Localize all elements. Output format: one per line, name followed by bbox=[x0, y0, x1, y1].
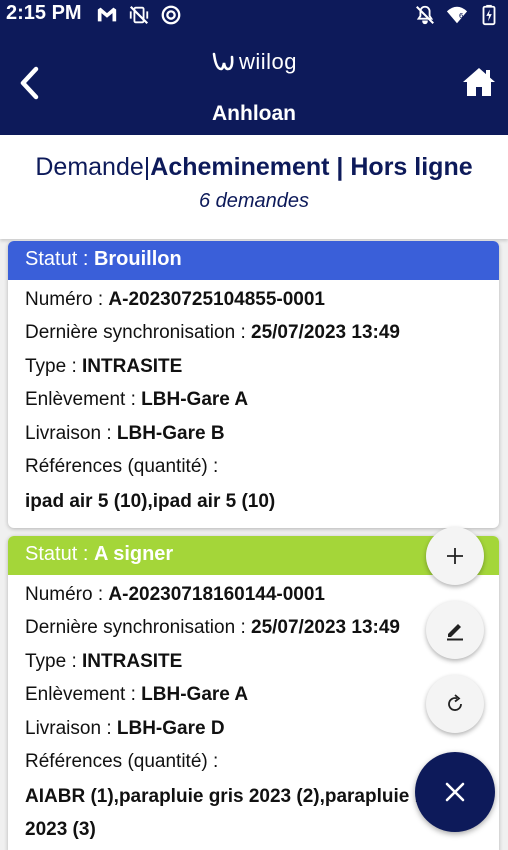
app-bar: wiilog Anhloan bbox=[0, 30, 508, 135]
sync-label: Dernière synchronisation : bbox=[25, 617, 251, 639]
refs-value: AIABR (1),parapluie gris 2023 (2),parapl… bbox=[25, 785, 454, 840]
sync-value: 25/07/2023 13:49 bbox=[251, 322, 400, 344]
status-bar: 2:15 PM 6 bbox=[0, 0, 508, 30]
type-label: Type : bbox=[25, 650, 83, 672]
pickup-label: Enlèvement : bbox=[25, 389, 142, 411]
sync-value: 25/07/2023 13:49 bbox=[251, 617, 400, 639]
home-icon bbox=[463, 68, 495, 96]
add-button[interactable] bbox=[426, 527, 484, 585]
card-status-header: Statut : Brouillon bbox=[8, 241, 499, 280]
refs-label: Références (quantité) : bbox=[25, 455, 219, 477]
header-offline: Hors ligne bbox=[350, 153, 473, 181]
delivery-value: LBH-Gare D bbox=[116, 717, 225, 739]
numero-value: A-20230725104855-0001 bbox=[108, 289, 326, 310]
page-title: Anhloan bbox=[212, 102, 296, 125]
vibrate-off-icon bbox=[129, 5, 149, 25]
pickup-label: Enlèvement : bbox=[25, 684, 142, 706]
request-count: 6 demandes bbox=[198, 190, 310, 212]
close-fab-button[interactable] bbox=[415, 752, 495, 832]
type-label: Type : bbox=[25, 355, 83, 377]
refs-label: Références (quantité) : bbox=[25, 750, 219, 772]
home-button[interactable] bbox=[462, 66, 496, 98]
pickup-value: LBH-Gare A bbox=[141, 389, 249, 411]
status-label: Statut : bbox=[25, 543, 94, 565]
delivery-label: Livraison : bbox=[25, 422, 117, 444]
list-header: Demande|Acheminement | Hors ligne 6 dema… bbox=[0, 135, 508, 239]
status-value: A signer bbox=[93, 543, 174, 565]
sync-label: Dernière synchronisation : bbox=[25, 322, 251, 344]
gmail-icon bbox=[97, 7, 117, 22]
wifi-6-icon: 6 bbox=[446, 6, 468, 24]
refresh-icon bbox=[448, 694, 462, 711]
header-breadcrumb: Demande|Acheminement | Hors ligne bbox=[0, 153, 508, 182]
wiilog-logo: wiilog bbox=[0, 48, 508, 75]
status-value: Brouillon bbox=[93, 248, 182, 270]
status-label: Statut : bbox=[25, 248, 94, 270]
header-separator: | bbox=[329, 153, 351, 181]
delivery-label: Livraison : bbox=[25, 717, 117, 739]
logo-text: wiilog bbox=[238, 49, 298, 75]
edit-button[interactable] bbox=[426, 601, 484, 659]
header-demande: Demande bbox=[35, 153, 144, 181]
request-card[interactable]: Statut : Brouillon Numéro : A-2023072510… bbox=[8, 241, 499, 528]
delivery-value: LBH-Gare B bbox=[116, 422, 225, 444]
numero-label: Numéro : bbox=[25, 289, 109, 310]
refresh-button[interactable] bbox=[426, 675, 484, 733]
wiilog-logo-mark bbox=[212, 52, 234, 71]
pencil-icon bbox=[447, 624, 463, 641]
type-value: INTRASITE bbox=[82, 650, 183, 672]
pickup-value: LBH-Gare A bbox=[141, 684, 249, 706]
header-acheminement: Acheminement bbox=[150, 153, 330, 181]
refs-value: ipad air 5 (10),ipad air 5 (10) bbox=[25, 490, 276, 512]
sync-icon bbox=[161, 5, 181, 25]
numero-label: Numéro : bbox=[25, 584, 109, 605]
status-time: 2:15 PM bbox=[6, 2, 82, 24]
close-icon bbox=[445, 782, 465, 802]
svg-text:6: 6 bbox=[459, 11, 464, 20]
type-value: INTRASITE bbox=[82, 355, 183, 377]
numero-value: A-20230718160144-0001 bbox=[108, 584, 326, 605]
notifications-off-icon bbox=[416, 5, 434, 25]
battery-charging-icon bbox=[482, 4, 496, 26]
plus-icon bbox=[447, 548, 463, 564]
